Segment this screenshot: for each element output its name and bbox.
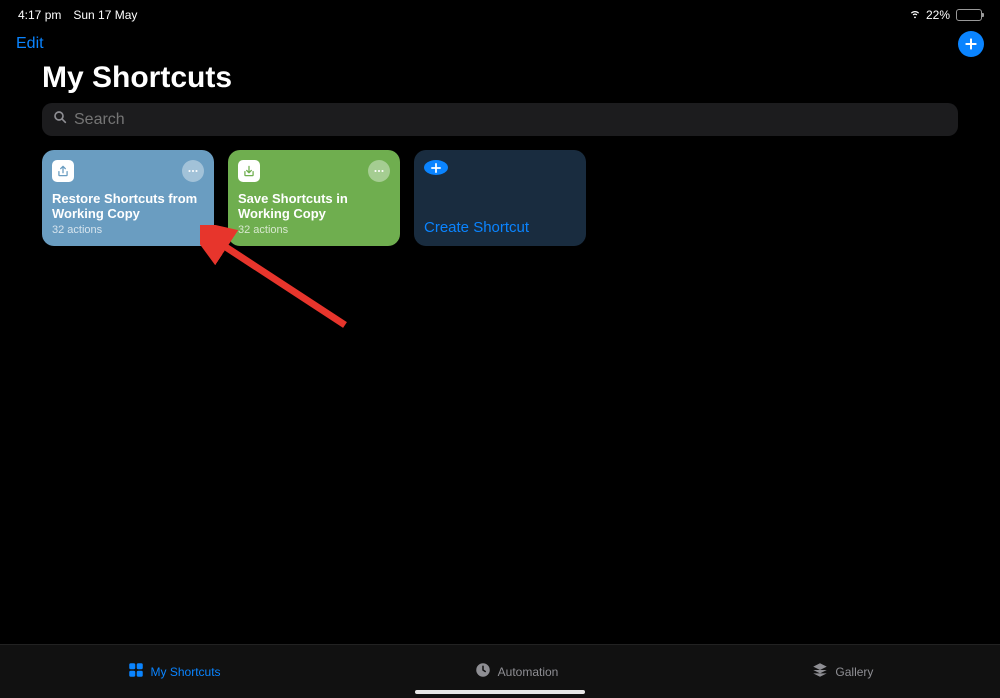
- tab-label: Automation: [498, 665, 559, 679]
- home-indicator[interactable]: [415, 690, 585, 694]
- status-date: Sun 17 May: [73, 8, 137, 22]
- search-bar[interactable]: [42, 103, 958, 136]
- edit-button[interactable]: Edit: [16, 35, 44, 53]
- create-shortcut-label: Create Shortcut: [424, 219, 576, 236]
- status-battery-percent: 22%: [926, 8, 950, 22]
- add-button[interactable]: [958, 31, 984, 57]
- shortcut-subtitle: 32 actions: [52, 224, 204, 236]
- shortcut-card-restore[interactable]: Restore Shortcuts from Working Copy 32 a…: [42, 150, 214, 246]
- shortcut-title: Restore Shortcuts from Working Copy: [52, 191, 204, 222]
- tab-label: My Shortcuts: [151, 665, 221, 679]
- search-icon: [52, 109, 68, 130]
- tab-automation[interactable]: Automation: [474, 661, 559, 682]
- shortcut-card-save[interactable]: Save Shortcuts in Working Copy 32 action…: [228, 150, 400, 246]
- cards-row: Restore Shortcuts from Working Copy 32 a…: [0, 136, 1000, 260]
- grid-icon: [127, 661, 145, 682]
- tab-my-shortcuts[interactable]: My Shortcuts: [127, 661, 221, 682]
- wifi-icon: [908, 6, 922, 23]
- status-time: 4:17 pm: [18, 8, 61, 22]
- stack-icon: [811, 661, 829, 682]
- search-input[interactable]: [74, 111, 948, 129]
- battery-icon: [956, 9, 982, 21]
- page-title: My Shortcuts: [0, 57, 1000, 103]
- tab-label: Gallery: [835, 665, 873, 679]
- more-button[interactable]: [368, 160, 390, 182]
- status-bar: 4:17 pm Sun 17 May 22%: [0, 0, 1000, 23]
- share-up-icon: [52, 160, 74, 182]
- plus-icon: [424, 160, 448, 175]
- share-down-icon: [238, 160, 260, 182]
- shortcut-title: Save Shortcuts in Working Copy: [238, 191, 390, 222]
- tab-gallery[interactable]: Gallery: [811, 661, 873, 682]
- more-button[interactable]: [182, 160, 204, 182]
- create-shortcut-card[interactable]: Create Shortcut: [414, 150, 586, 246]
- shortcut-subtitle: 32 actions: [238, 224, 390, 236]
- nav-row: Edit: [0, 23, 1000, 57]
- clock-icon: [474, 661, 492, 682]
